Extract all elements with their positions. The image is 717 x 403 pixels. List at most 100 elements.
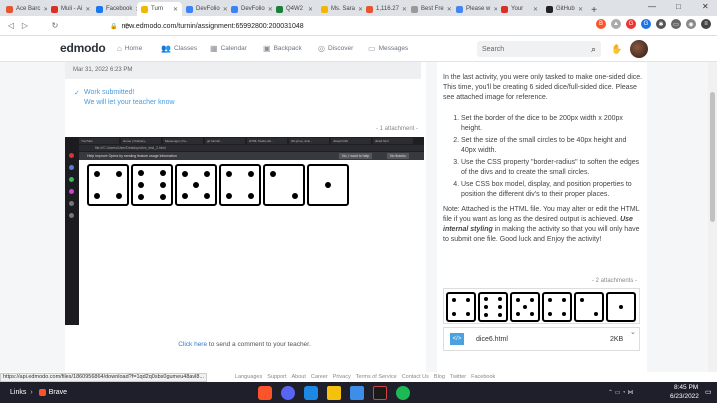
store-icon[interactable] (304, 386, 318, 400)
footer-link[interactable]: About (292, 374, 306, 380)
spotify-icon[interactable] (396, 386, 410, 400)
footer-link[interactable]: Blog (434, 374, 445, 380)
tab-close-icon[interactable]: ✕ (173, 6, 178, 13)
footer-link[interactable]: Privacy (333, 374, 351, 380)
banner-button-nothanks: No thanks (387, 153, 409, 159)
assistant-icon[interactable]: ✋ (611, 44, 622, 55)
maximize-button[interactable]: □ (676, 2, 681, 11)
nav-backpack[interactable]: ▣ Backpack (263, 44, 302, 53)
reload-icon[interactable]: ↻ (48, 21, 62, 30)
close-window-button[interactable]: ✕ (702, 2, 709, 11)
tray-icons[interactable]: ⌃ ▭ ◔ ⋈ (608, 389, 633, 396)
die-pip (466, 297, 471, 302)
forward-icon[interactable]: ▷ (18, 21, 32, 30)
tab-close-icon[interactable]: ✕ (578, 6, 583, 13)
file-attachment[interactable]: </> dice6.html 2KB ⌄ (443, 327, 640, 351)
browser-tab[interactable]: 1,116.27 ✕ (362, 2, 407, 16)
vpn-icon[interactable]: ◉ (686, 19, 696, 29)
preview-die (574, 292, 604, 322)
chevron-right-icon[interactable]: › (30, 389, 32, 396)
browser-tab[interactable]: Q4W2 ✕ (272, 2, 317, 16)
nav-home[interactable]: ⌂ Home (117, 44, 142, 53)
sidebar-icon[interactable]: ▭ (671, 19, 681, 29)
url-field[interactable]: 🔒 new.edmodo.com/turnin/assignment:65992… (110, 18, 540, 34)
tab-favicon-icon (186, 5, 193, 13)
nav-calendar[interactable]: ▦ Calendar (210, 44, 247, 53)
die-pip (483, 305, 488, 309)
die-pip (562, 312, 567, 317)
puzzle-icon[interactable]: ✱ (656, 19, 666, 29)
translate-icon[interactable]: G (641, 19, 651, 29)
inner-tab: Home | Ordinary... (121, 138, 161, 144)
browser-tab[interactable]: Facebook✕ (92, 2, 137, 16)
browser-tab[interactable]: Turn ✕ (137, 2, 182, 16)
inner-url: file:///C:/Users/User/Desktop/dice_test_… (95, 146, 166, 150)
preview-die (510, 292, 540, 322)
die-pip (226, 171, 233, 178)
attachment-image[interactable]: YouTube Home | Ordinary... Messenger | Fa.… (65, 137, 424, 325)
footer-link[interactable]: Contact Us (402, 374, 429, 380)
footer-link[interactable]: Career (311, 374, 328, 380)
comment-prompt: Click here to send a comment to your tea… (65, 341, 424, 348)
tab-close-icon[interactable]: ✕ (533, 6, 538, 13)
nav-messages[interactable]: ▭ Messages (368, 44, 408, 53)
browser-tab[interactable]: DevFolio ✕ (227, 2, 272, 16)
minimize-button[interactable]: — (648, 2, 656, 11)
comment-link[interactable]: Click here (178, 341, 207, 348)
notification-icon[interactable]: ▭ (705, 388, 712, 396)
inner-die (307, 164, 349, 206)
terminal-icon[interactable] (373, 386, 387, 400)
tab-close-icon[interactable]: ✕ (85, 6, 90, 13)
nav-classes[interactable]: 👥 Classes (161, 44, 197, 53)
file-explorer-icon[interactable] (327, 386, 341, 400)
avatar[interactable] (630, 40, 648, 58)
brave-shield-icon[interactable]: B (596, 19, 606, 29)
page-scrollbar[interactable] (708, 62, 717, 372)
rewards-icon[interactable]: ▲ (611, 19, 621, 29)
menu-icon[interactable]: ≡ (701, 19, 711, 29)
footer-link[interactable]: Twitter (450, 374, 466, 380)
die-pip (523, 305, 527, 309)
tab-close-icon[interactable]: ✕ (447, 6, 452, 13)
scrollbar-thumb[interactable] (710, 92, 715, 222)
nav-label: Discover (327, 45, 354, 52)
attachments-count: - 2 attachments - (592, 278, 638, 284)
clock-date[interactable]: 6/23/2022 (670, 393, 699, 400)
nav-discover[interactable]: ◎ Discover (318, 44, 353, 53)
browser-tab[interactable]: Muli - Ai ✕ (47, 2, 92, 16)
image-attachment[interactable] (443, 288, 640, 324)
mail-icon[interactable] (350, 386, 364, 400)
browser-tab[interactable]: Please w ✕ (452, 2, 497, 16)
browser-tab[interactable]: Best Fre ✕ (407, 2, 452, 16)
browser-tab[interactable]: Ms. Sara ✕ (317, 2, 362, 16)
browser-tab[interactable]: DevFolio ✕ (182, 2, 227, 16)
die-pip (498, 313, 503, 318)
timestamp-bar: Mar 31, 2022 6:23 PM (65, 62, 421, 79)
extension-icon[interactable]: G (626, 19, 636, 29)
discord-icon[interactable] (281, 386, 295, 400)
tab-close-icon[interactable]: ✕ (308, 6, 313, 13)
browser-tab[interactable]: Ace Barc ✕ (2, 2, 47, 16)
assignment-step: Use CSS box model, display, and position… (461, 180, 643, 200)
edmodo-logo[interactable]: edmodo (60, 41, 106, 55)
url-text: new.edmodo.com/turnin/assignment:6599280… (121, 22, 304, 30)
die-pip (94, 192, 101, 199)
taskbar-brave[interactable]: Brave (49, 389, 67, 396)
search-icon[interactable]: ⌕ (591, 44, 596, 55)
back-icon[interactable]: ◁ (4, 21, 18, 30)
brave-icon[interactable] (38, 389, 46, 396)
inner-banner: Help improve Opera by sending feature us… (79, 152, 424, 160)
footer-link[interactable]: Languages (235, 374, 262, 380)
chevron-down-icon[interactable]: ⌄ (630, 328, 636, 336)
browser-tab[interactable]: GitHub ✕ (542, 2, 587, 16)
taskbar-links[interactable]: Links (10, 389, 26, 396)
footer-link[interactable]: Support (267, 374, 286, 380)
clock-time[interactable]: 8:45 PM (674, 384, 698, 391)
browser-tab[interactable]: Your ✕ (497, 2, 542, 16)
search-input[interactable]: Search ⌕ (477, 41, 601, 57)
die-pip (483, 313, 488, 318)
footer-link[interactable]: Facebook (471, 374, 495, 380)
footer-link[interactable]: Terms of Service (356, 374, 397, 380)
brave-app-icon[interactable] (258, 386, 272, 400)
new-tab-button[interactable]: + (587, 5, 601, 16)
